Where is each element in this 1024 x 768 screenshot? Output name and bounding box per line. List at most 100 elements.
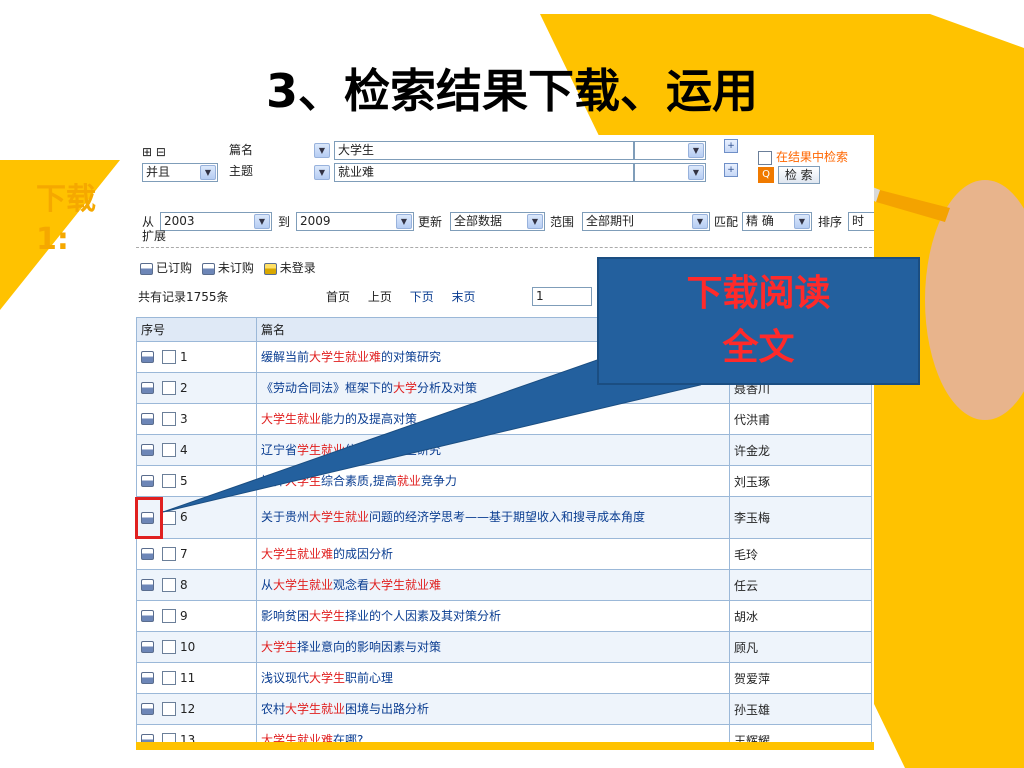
add-condition-icon[interactable]: + [724,139,738,153]
checkbox-icon[interactable] [758,150,772,165]
table-row[interactable]: 11 浅议现代大学生职前心理 贺爱萍 [136,662,872,694]
row-author[interactable]: 任云 [729,569,872,601]
row-title-link[interactable]: 大学生就业能力的及提高对策 [256,403,730,435]
row-checkbox[interactable] [162,381,176,396]
row-author[interactable]: 贺爱萍 [729,662,872,694]
chevron-down-icon[interactable]: ▼ [200,165,216,180]
table-row[interactable]: 6 关于贵州大学生就业问题的经济学思考——基于期望收入和搜寻成本角度 李玉梅 [136,496,872,539]
download-icon[interactable] [141,610,154,623]
title-keyword: 大学生就业 [261,411,322,426]
table-row[interactable]: 3 大学生就业能力的及提高对策 代洪甫 [136,403,872,435]
row-author[interactable]: 刘玉琢 [729,465,872,497]
chevron-down-icon[interactable]: ▼ [692,214,708,229]
row-number: 11 [180,670,196,685]
row-title-link[interactable]: 培养大学生综合素质,提高就业竞争力 [256,465,730,497]
table-row[interactable]: 10 大学生择业意向的影响因素与对策 顾凡 [136,631,872,663]
chevron-down-icon[interactable]: ▼ [794,214,810,229]
download-icon[interactable] [141,548,154,561]
chevron-down-icon[interactable]: ▼ [396,214,412,229]
table-row[interactable]: 8 从大学生就业观念看大学生就业难 任云 [136,569,872,601]
keyword-option-select-1[interactable]: ▼ [634,141,706,160]
row-checkbox[interactable] [162,443,176,458]
row-checkbox[interactable] [162,671,176,686]
row-title-link[interactable]: 从大学生就业观念看大学生就业难 [256,569,730,601]
row-title-link[interactable]: 大学生就业难在哪? [256,724,730,742]
row-checkbox[interactable] [162,733,176,742]
chevron-down-icon[interactable]: ▼ [688,165,704,180]
keyword-option-select-2[interactable]: ▼ [634,163,706,182]
range-select[interactable]: 全部期刊 ▼ [582,212,710,231]
header-index[interactable]: 序号 [136,317,257,342]
table-row[interactable]: 4 辽宁省学生就业信息供求调查研究 许金龙 [136,434,872,466]
chevron-down-icon[interactable]: ▼ [314,143,330,158]
table-row[interactable]: 9 影响贫困大学生择业的个人因素及其对策分析 胡冰 [136,600,872,632]
row-title-link[interactable]: 大学生择业意向的影响因素与对策 [256,631,730,663]
download-icon[interactable] [141,413,154,426]
last-page-link[interactable]: 末页 [452,290,476,304]
row-author[interactable]: 代洪甫 [729,403,872,435]
row-checkbox[interactable] [162,350,176,365]
row-title-link[interactable]: 辽宁省学生就业信息供求调查研究 [256,434,730,466]
logic-select[interactable]: 并且 ▼ [142,163,218,182]
row-checkbox[interactable] [162,578,176,593]
add-condition-icon[interactable]: + [724,163,738,177]
download-icon[interactable] [141,672,154,685]
table-row[interactable]: 13 大学生就业难在哪? 王辉耀 [136,724,872,742]
download-icon[interactable] [141,641,154,654]
download-icon[interactable] [141,579,154,592]
row-author[interactable]: 王辉耀 [729,724,872,742]
keyword-input-1[interactable]: 大学生 [334,141,634,160]
row-title-link[interactable]: 影响贫困大学生择业的个人因素及其对策分析 [256,600,730,632]
row-index-cell: 10 [136,631,257,663]
row-author[interactable]: 孙玉雄 [729,693,872,725]
row-title-link[interactable]: 农村大学生就业困境与出路分析 [256,693,730,725]
update-select[interactable]: 全部数据 ▼ [450,212,545,231]
chevron-down-icon[interactable]: ▼ [688,143,704,158]
download-icon[interactable] [141,475,154,488]
table-row[interactable]: 5 培养大学生综合素质,提高就业竞争力 刘玉琢 [136,465,872,497]
row-author[interactable]: 李玉梅 [729,496,872,539]
subscribed-icon [140,262,153,275]
row-author[interactable]: 胡冰 [729,600,872,632]
chevron-down-icon[interactable]: ▼ [254,214,270,229]
title-keyword: 大学生 [309,670,346,685]
download-icon[interactable] [141,382,154,395]
title-text: 困境与出路分析 [345,701,430,716]
row-checkbox[interactable] [162,609,176,624]
row-title-link[interactable]: 大学生就业难的成因分析 [256,538,730,570]
next-page-link[interactable]: 下页 [410,290,434,304]
sort-select[interactable]: 时 [848,212,874,231]
row-checkbox[interactable] [162,474,176,489]
row-checkbox[interactable] [162,702,176,717]
row-author[interactable]: 毛玲 [729,538,872,570]
row-title-link[interactable]: 浅议现代大学生职前心理 [256,662,730,694]
keyword-input-2[interactable]: 就业难 [334,163,634,182]
first-page-link[interactable]: 首页 [326,290,350,304]
table-row[interactable]: 12 农村大学生就业困境与出路分析 孙玉雄 [136,693,872,725]
search-button[interactable]: Q 检 索 [758,165,820,184]
row-checkbox[interactable] [162,412,176,427]
download-icon[interactable] [141,351,154,364]
row-author[interactable]: 顾凡 [729,631,872,663]
from-year-select[interactable]: 2003 ▼ [160,212,272,231]
expand-collapse-icons[interactable]: ⊞ ⊟ [142,143,166,161]
chevron-down-icon[interactable]: ▼ [314,165,330,180]
row-author[interactable]: 许金龙 [729,434,872,466]
row-checkbox[interactable] [162,640,176,655]
download-icon[interactable] [141,734,154,742]
row-checkbox[interactable] [162,547,176,562]
download-icon[interactable] [141,444,154,457]
match-select[interactable]: 精 确 ▼ [742,212,812,231]
page-number-input[interactable]: 1 [532,287,592,306]
table-row[interactable]: 7 大学生就业难的成因分析 毛玲 [136,538,872,570]
download-icon[interactable] [141,703,154,716]
legend: 已订购 未订购 未登录 [140,259,316,277]
row-title-link[interactable]: 关于贵州大学生就业问题的经济学思考——基于期望收入和搜寻成本角度 [256,496,730,539]
to-year-select[interactable]: 2009 ▼ [296,212,414,231]
search-in-results-checkbox[interactable]: 在结果中检索 [758,148,848,166]
prev-page-link[interactable]: 上页 [368,290,392,304]
row-checkbox[interactable] [162,510,176,525]
expand-label[interactable]: 扩展 [142,227,166,245]
title-text: 信息供求调查研究 [345,442,442,457]
chevron-down-icon[interactable]: ▼ [527,214,543,229]
